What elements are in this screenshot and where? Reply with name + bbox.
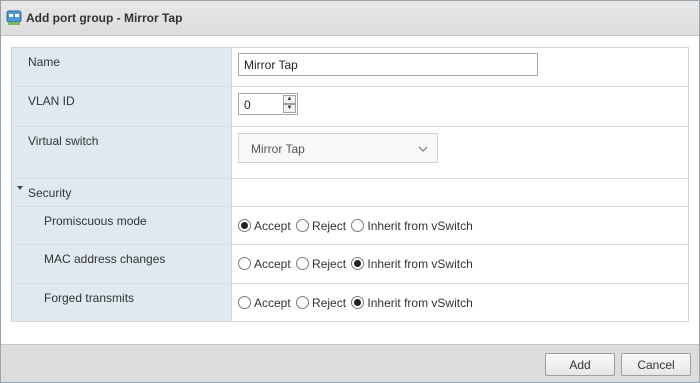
vswitch-row: Virtual switch Mirror Tap [12, 127, 688, 179]
radio-button[interactable] [351, 257, 365, 271]
vlan-label: VLAN ID [28, 94, 75, 108]
increment-arrow-icon[interactable]: ▲ [283, 95, 296, 104]
promiscuous-reject-option[interactable]: Reject [296, 218, 346, 233]
radio-button[interactable] [351, 219, 365, 233]
port-group-icon [6, 10, 22, 26]
radio-button[interactable] [238, 296, 251, 310]
name-row: Name [12, 48, 688, 87]
forged-transmits-label: Forged transmits [44, 291, 135, 305]
vswitch-selected-value: Mirror Tap [251, 142, 305, 156]
forged-transmits-radio-group: Accept Reject Inherit from vSwitch [238, 295, 475, 311]
mac-changes-radio-group: Accept Reject Inherit from vSwitch [238, 256, 475, 272]
forged-reject-option[interactable]: Reject [296, 295, 346, 310]
dialog-footer: Add Cancel [1, 344, 699, 382]
cancel-button[interactable]: Cancel [621, 353, 691, 376]
vlan-id-stepper[interactable]: 0 ▲ ▼ [238, 93, 298, 115]
mac-changes-label: MAC address changes [44, 252, 166, 266]
vswitch-select[interactable]: Mirror Tap [238, 133, 438, 163]
radio-button[interactable] [296, 219, 310, 233]
dialog-titlebar: Add port group - Mirror Tap [1, 1, 699, 36]
add-button[interactable]: Add [545, 353, 615, 376]
radio-button[interactable] [296, 296, 310, 310]
vlan-row: VLAN ID 0 ▲ ▼ [12, 87, 688, 127]
promiscuous-radio-group: Accept Reject Inherit from vSwitch [238, 218, 475, 234]
mac-changes-reject-option[interactable]: Reject [296, 256, 346, 271]
promiscuous-inherit-option[interactable]: Inherit from vSwitch [351, 218, 473, 233]
forged-transmits-row: Forged transmits Accept Reject Inherit f… [12, 284, 688, 321]
promiscuous-row: Promiscuous mode Accept Reject Inherit f… [12, 207, 688, 245]
mac-changes-accept-option[interactable]: Accept [238, 256, 291, 271]
promiscuous-accept-option[interactable]: Accept [238, 218, 291, 233]
forged-accept-option[interactable]: Accept [238, 295, 291, 310]
radio-button[interactable] [238, 219, 251, 233]
expand-caret-icon[interactable] [17, 186, 23, 190]
port-group-form: Name VLAN ID 0 ▲ ▼ Virtual switch [11, 47, 689, 322]
security-label: Security [28, 186, 72, 200]
promiscuous-label: Promiscuous mode [44, 214, 147, 228]
mac-changes-inherit-option[interactable]: Inherit from vSwitch [351, 256, 473, 271]
forged-inherit-option[interactable]: Inherit from vSwitch [351, 295, 473, 310]
radio-button[interactable] [296, 257, 310, 271]
name-input[interactable] [238, 53, 538, 76]
mac-changes-row: MAC address changes Accept Reject Inheri… [12, 245, 688, 284]
decrement-arrow-icon[interactable]: ▼ [283, 104, 296, 113]
vswitch-label: Virtual switch [28, 134, 99, 148]
radio-button[interactable] [351, 296, 365, 310]
radio-button[interactable] [238, 257, 251, 271]
vlan-id-value: 0 [244, 98, 251, 112]
security-section-header[interactable]: Security [12, 179, 688, 207]
add-port-group-dialog: Add port group - Mirror Tap Name VLAN ID… [0, 0, 700, 383]
dialog-title: Add port group - Mirror Tap [26, 11, 183, 25]
name-label: Name [28, 55, 61, 69]
chevron-down-icon [418, 143, 428, 153]
